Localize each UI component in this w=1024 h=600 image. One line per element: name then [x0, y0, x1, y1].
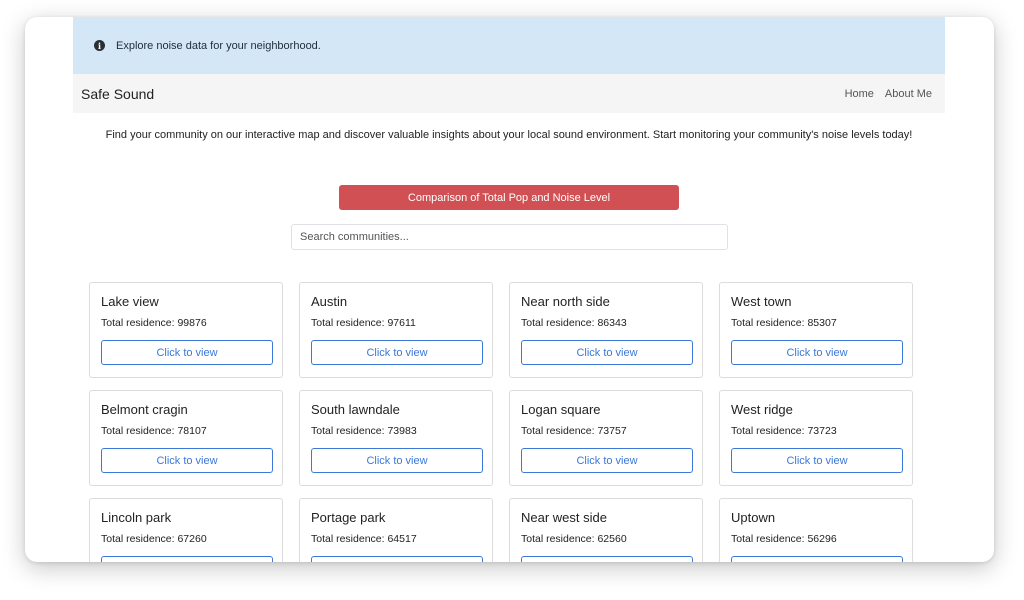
community-card: Lake view Total residence: 99876 Click to …	[89, 282, 283, 378]
community-card: South lawndale Total residence: 73983 Clic…	[299, 390, 493, 486]
total-residence: Total residence: 99876	[101, 317, 207, 329]
community-card: Portage park Total residence: 64517 Click …	[299, 498, 493, 562]
total-residence: Total residence: 78107	[101, 425, 207, 437]
community-name: Belmont cragin	[101, 402, 188, 417]
click-to-view-button[interactable]: Click to view	[521, 340, 693, 365]
community-name: Uptown	[731, 510, 776, 525]
total-residence: Total residence: 73757	[521, 425, 627, 437]
click-to-view-button[interactable]: Click to view	[101, 448, 273, 473]
comparison-chart-button[interactable]: Comparison of Total Pop and Noise Level	[339, 185, 679, 210]
community-card-grid: Lake view Total residence: 99876 Click to …	[89, 282, 913, 562]
click-to-view-button[interactable]: Click to view	[731, 340, 903, 365]
total-residence: Total residence: 86343	[521, 317, 627, 329]
intro-text: Find your community on our interactive m…	[105, 129, 913, 141]
click-to-view-button[interactable]: Click to view	[311, 340, 483, 365]
community-card: Austin Total residence: 97611 Click to vie…	[299, 282, 493, 378]
community-card: Uptown Total residence: 56296 Click to vie…	[719, 498, 913, 562]
total-residence: Total residence: 56296	[731, 533, 837, 545]
total-residence: Total residence: 67260	[101, 533, 207, 545]
community-card: Lincoln park Total residence: 67260 Click …	[89, 498, 283, 562]
click-to-view-button[interactable]: Click to view	[101, 556, 273, 562]
browser-window: i Explore noise data for your neighborho…	[25, 17, 994, 562]
nav-links: Home About Me	[845, 88, 932, 100]
total-residence: Total residence: 97611	[311, 317, 416, 329]
community-name: Near west side	[521, 510, 607, 525]
click-to-view-button[interactable]: Click to view	[521, 556, 693, 562]
total-residence: Total residence: 73723	[731, 425, 837, 437]
info-alert: i Explore noise data for your neighborho…	[73, 17, 945, 74]
community-card: West ridge Total residence: 73723 Click to…	[719, 390, 913, 486]
navbar: Safe Sound Home About Me	[73, 74, 945, 113]
community-card: Near west side Total residence: 62560 Clic…	[509, 498, 703, 562]
community-name: South lawndale	[311, 402, 400, 417]
community-name: Lincoln park	[101, 510, 172, 525]
search-input[interactable]	[291, 224, 728, 250]
community-card: Near north side Total residence: 86343 Cli…	[509, 282, 703, 378]
click-to-view-button[interactable]: Click to view	[101, 340, 273, 365]
community-name: Near north side	[521, 294, 610, 309]
alert-text: Explore noise data for your neighborhood…	[116, 39, 321, 52]
nav-link-home[interactable]: Home	[845, 88, 874, 100]
total-residence: Total residence: 85307	[731, 317, 837, 329]
community-name: West ridge	[731, 402, 793, 417]
community-name: Logan square	[521, 402, 601, 417]
community-name: Austin	[311, 294, 348, 309]
community-card: Logan square Total residence: 73757 Click …	[509, 390, 703, 486]
click-to-view-button[interactable]: Click to view	[311, 448, 483, 473]
info-icon: i	[94, 40, 105, 51]
click-to-view-button[interactable]: Click to view	[731, 448, 903, 473]
nav-link-about-me[interactable]: About Me	[885, 88, 932, 100]
click-to-view-button[interactable]: Click to view	[731, 556, 903, 562]
click-to-view-button[interactable]: Click to view	[311, 556, 483, 562]
total-residence: Total residence: 64517	[311, 533, 417, 545]
community-name: Lake view	[101, 294, 159, 309]
community-name: Portage park	[311, 510, 386, 525]
community-card: West town Total residence: 85307 Click to …	[719, 282, 913, 378]
community-name: West town	[731, 294, 792, 309]
community-card: Belmont cragin Total residence: 78107 Clic…	[89, 390, 283, 486]
total-residence: Total residence: 62560	[521, 533, 627, 545]
click-to-view-button[interactable]: Click to view	[521, 448, 693, 473]
brand-title[interactable]: Safe Sound	[81, 86, 154, 102]
total-residence: Total residence: 73983	[311, 425, 417, 437]
